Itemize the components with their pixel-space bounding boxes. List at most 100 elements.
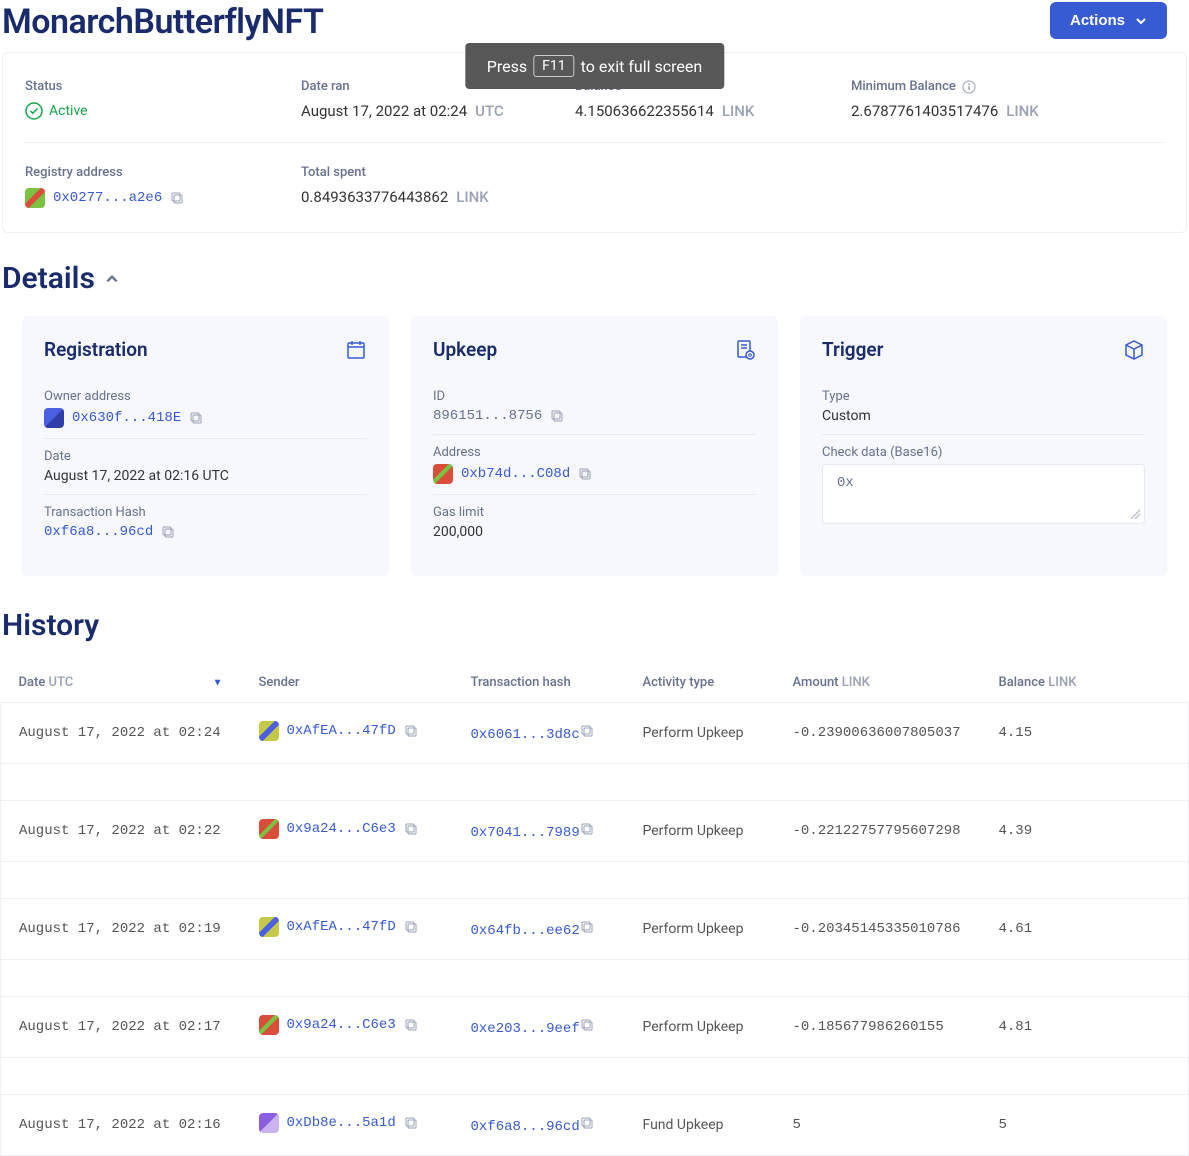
row-activity: Perform Upkeep — [625, 801, 775, 862]
row-balance: 4.39 — [981, 801, 1189, 862]
check-circle-icon — [25, 102, 43, 120]
registry-label: Registry address — [25, 165, 301, 180]
sender-link[interactable]: 0xAfEA...47fD — [287, 723, 396, 739]
table-row[interactable]: August 17, 2022 at 02:19 0xAfEA...47fD 0x6… — [1, 899, 1189, 960]
sender-link[interactable]: 0x9a24...C6e3 — [287, 1017, 396, 1033]
identicon — [44, 408, 64, 428]
sender-link[interactable]: 0x9a24...C6e3 — [287, 821, 396, 837]
row-sender: 0xDb8e...5a1d — [241, 1095, 453, 1156]
sender-link[interactable]: 0xDb8e...5a1d — [287, 1115, 396, 1131]
row-balance: 5 — [981, 1095, 1189, 1156]
registry-address-link[interactable]: 0x0277...a2e6 — [53, 190, 162, 206]
upkeep-address-link[interactable]: 0xb74d...C08d — [461, 466, 570, 482]
col-sender[interactable]: Sender — [241, 663, 453, 703]
total-spent-label: Total spent — [301, 165, 575, 180]
identicon — [259, 721, 279, 741]
reg-date-value: August 17, 2022 at 02:16 UTC — [44, 468, 367, 484]
reg-date-label: Date — [44, 449, 367, 464]
upkeep-card: Upkeep ID 896151...8756 Address 0xb74d..… — [411, 316, 778, 576]
copy-icon[interactable] — [580, 822, 594, 836]
check-data-label: Check data (Base16) — [822, 445, 1145, 460]
copy-icon[interactable] — [404, 1116, 418, 1130]
identicon — [25, 188, 45, 208]
balance-value: 4.150636622355614 — [575, 102, 714, 120]
row-sender: 0xAfEA...47fD — [241, 703, 453, 764]
tx-link[interactable]: 0xe203...9eef — [471, 1021, 580, 1037]
chevron-up-icon — [105, 272, 119, 286]
identicon — [433, 464, 453, 484]
registry-address[interactable]: 0x0277...a2e6 — [25, 188, 184, 208]
copy-icon[interactable] — [580, 920, 594, 934]
reg-tx-label: Transaction Hash — [44, 505, 367, 520]
copy-icon[interactable] — [404, 822, 418, 836]
row-date: August 17, 2022 at 02:19 — [1, 899, 241, 960]
table-row[interactable]: August 17, 2022 at 02:220x9a24...C6e30x7… — [1, 801, 1189, 862]
copy-icon[interactable] — [580, 1116, 594, 1130]
gas-limit-label: Gas limit — [433, 505, 756, 520]
info-icon[interactable] — [962, 80, 976, 94]
row-amount: -0.23900636007805037 — [775, 703, 981, 764]
row-sender: 0x9a24...C6e3 — [241, 997, 453, 1058]
fullscreen-toast: Press F11 to exit full screen — [465, 43, 724, 89]
identicon — [259, 917, 279, 937]
trigger-type-label: Type — [822, 389, 1145, 404]
copy-icon[interactable] — [578, 467, 592, 481]
check-data-box[interactable]: 0x — [822, 464, 1145, 524]
row-date: August 17, 2022 at 02:24 — [1, 703, 241, 764]
chevron-down-icon — [1135, 15, 1147, 27]
min-balance-label: Minimum Balance — [851, 79, 1164, 94]
row-balance: 4.81 — [981, 997, 1189, 1058]
table-row[interactable]: August 17, 2022 at 02:160xDb8e...5a1d0xf… — [1, 1095, 1189, 1156]
upkeep-address[interactable]: 0xb74d...C08d — [433, 464, 592, 484]
owner-address-label: Owner address — [44, 389, 367, 404]
identicon — [259, 819, 279, 839]
actions-button[interactable]: Actions — [1050, 2, 1167, 39]
row-amount: 5 — [775, 1095, 981, 1156]
row-tx: 0x7041...7989 — [453, 801, 625, 862]
col-balance[interactable]: Balance LINK — [981, 663, 1189, 703]
tx-link[interactable]: 0x7041...7989 — [471, 825, 580, 841]
tx-link[interactable]: 0x6061...3d8c — [471, 727, 580, 743]
row-activity: Perform Upkeep — [625, 899, 775, 960]
row-amount: -0.185677986260155 — [775, 997, 981, 1058]
owner-address-link[interactable]: 0x630f...418E — [72, 410, 181, 426]
copy-icon[interactable] — [550, 409, 564, 423]
col-tx[interactable]: Transaction hash — [453, 663, 625, 703]
table-row[interactable]: August 17, 2022 at 02:17 0x9a24...C6e3 0xe… — [1, 997, 1189, 1058]
key-hint: F11 — [533, 55, 574, 77]
row-date: August 17, 2022 at 02:17 — [1, 997, 241, 1058]
row-tx: 0x64fb...ee62 — [453, 899, 625, 960]
details-heading[interactable]: Details — [2, 261, 1189, 296]
row-balance: 4.15 — [981, 703, 1189, 764]
history-heading: History — [2, 608, 1189, 643]
trigger-type-value: Custom — [822, 408, 1145, 424]
copy-icon[interactable] — [161, 525, 175, 539]
col-amount[interactable]: Amount LINK — [775, 663, 981, 703]
reg-tx-link[interactable]: 0xf6a8...96cd — [44, 524, 153, 540]
min-balance-value: 2.6787761403517476 — [851, 102, 998, 120]
upkeep-id-value: 896151...8756 — [433, 408, 542, 424]
upkeep-title: Upkeep — [433, 338, 497, 361]
col-date[interactable]: Date UTC ▼ — [1, 663, 241, 703]
table-row[interactable]: August 17, 2022 at 02:24 0xAfEA...47fD 0x6… — [1, 703, 1189, 764]
row-balance: 4.61 — [981, 899, 1189, 960]
tx-link[interactable]: 0x64fb...ee62 — [471, 923, 580, 939]
copy-icon[interactable] — [404, 1018, 418, 1032]
row-activity: Fund Upkeep — [625, 1095, 775, 1156]
sender-link[interactable]: 0xAfEA...47fD — [287, 919, 396, 935]
owner-address[interactable]: 0x630f...418E — [44, 408, 203, 428]
upkeep-addr-label: Address — [433, 445, 756, 460]
row-sender: 0x9a24...C6e3 — [241, 801, 453, 862]
col-activity[interactable]: Activity type — [625, 663, 775, 703]
copy-icon[interactable] — [404, 724, 418, 738]
copy-icon[interactable] — [170, 191, 184, 205]
status-badge: Active — [25, 102, 88, 120]
tx-link[interactable]: 0xf6a8...96cd — [471, 1119, 580, 1135]
identicon — [259, 1113, 279, 1133]
copy-icon[interactable] — [580, 724, 594, 738]
row-tx: 0x6061...3d8c — [453, 703, 625, 764]
copy-icon[interactable] — [404, 920, 418, 934]
row-tx: 0xf6a8...96cd — [453, 1095, 625, 1156]
copy-icon[interactable] — [189, 411, 203, 425]
copy-icon[interactable] — [580, 1018, 594, 1032]
